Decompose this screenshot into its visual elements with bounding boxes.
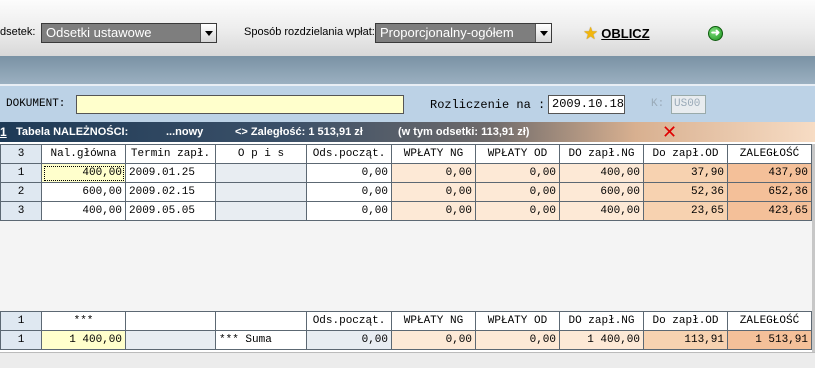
row-number[interactable]: 3 [0, 201, 42, 221]
receivables-table: 3 Nal.główna Termin zapł. O p i s Ods.po… [0, 144, 812, 221]
table-row[interactable]: 1 400,00 2009.01.25 0,00 0,00 0,00 400,0… [0, 163, 812, 183]
termin-cell[interactable]: 2009.05.05 [125, 201, 216, 221]
column-header[interactable] [125, 311, 216, 331]
column-header[interactable]: WPŁATY NG [391, 311, 476, 331]
column-header[interactable]: Do zapł.OD [643, 311, 728, 331]
rozliczenie-label: Rozliczenie na : [430, 98, 546, 112]
do-zapl-ng-cell: 600,00 [559, 182, 644, 202]
table-row[interactable]: 3 400,00 2009.05.05 0,00 0,00 0,00 400,0… [0, 201, 812, 221]
odsetek-label: dsetek: [0, 26, 36, 38]
column-header[interactable]: 3 [0, 144, 42, 164]
column-header[interactable]: Nal.główna [41, 144, 126, 164]
table-empty-area [0, 221, 815, 311]
zaleglosc-cell: 437,90 [727, 163, 812, 183]
table-row[interactable]: 2 600,00 2009.02.15 0,00 0,00 0,00 600,0… [0, 182, 812, 202]
horizontal-scrollbar[interactable] [0, 352, 815, 368]
summary-row[interactable]: 1 1 400,00 *** Suma 0,00 0,00 0,00 1 400… [0, 330, 812, 350]
column-header[interactable]: DO zapł.NG [559, 144, 644, 164]
column-header[interactable]: ZALEGŁOŚĆ [727, 144, 812, 164]
k-input[interactable]: US00 [671, 95, 706, 114]
section-title: Tabela NALEŻNOŚCI: [16, 126, 129, 138]
chevron-down-icon[interactable] [535, 24, 551, 42]
oblicz-button[interactable]: ★ OBLICZ [583, 23, 650, 43]
k-label: K: [651, 98, 665, 110]
column-header[interactable]: Do zapł.OD [643, 144, 728, 164]
star-icon: ★ [583, 23, 599, 43]
section-number[interactable]: 1 [0, 122, 7, 142]
ods-poczat-cell[interactable]: 0,00 [306, 163, 392, 183]
toolbar: dsetek: Odsetki ustawowe Sposób rozdziel… [0, 0, 815, 56]
column-header[interactable]: DO zapł.NG [559, 311, 644, 331]
zaleglosc-cell: 652,36 [727, 182, 812, 202]
chevron-down-icon[interactable] [200, 24, 216, 42]
sum-do-zapl-ng-cell: 1 400,00 [559, 330, 644, 350]
opis-cell[interactable] [215, 201, 307, 221]
oblicz-label: OBLICZ [601, 25, 650, 41]
arrow-right-circle-icon[interactable]: ➜ [708, 26, 723, 41]
wplaty-ng-cell[interactable]: 0,00 [391, 182, 476, 202]
do-zapl-od-cell: 52,36 [643, 182, 728, 202]
sposob-select[interactable]: Proporcjonalny-ogółem [375, 23, 552, 43]
column-header[interactable]: WPŁATY OD [475, 311, 560, 331]
opis-cell[interactable] [215, 182, 307, 202]
sum-wplaty-ng-cell: 0,00 [391, 330, 476, 350]
wplaty-od-cell[interactable]: 0,00 [475, 201, 560, 221]
do-zapl-od-cell: 37,90 [643, 163, 728, 183]
column-header[interactable]: Ods.począt. [306, 144, 392, 164]
row-number[interactable]: 1 [0, 163, 42, 183]
odsetki-summary: (w tym odsetki: 113,91 zł) [398, 126, 530, 138]
odsetek-select[interactable]: Odsetki ustawowe [41, 23, 217, 43]
rozliczenie-date-input[interactable]: 2009.10.18 [548, 95, 625, 114]
sum-ods-poczat-cell: 0,00 [306, 330, 392, 350]
document-label: DOKUMENT: [6, 98, 66, 110]
sposob-label: Sposób rozdzielania wpłat: [244, 26, 375, 38]
wplaty-ng-cell[interactable]: 0,00 [391, 163, 476, 183]
sposob-select-value: Proporcjonalny-ogółem [380, 25, 514, 40]
sum-label-cell: *** Suma [215, 330, 307, 350]
document-input[interactable] [76, 95, 404, 114]
zaleglosc-cell: 423,65 [727, 201, 812, 221]
column-header[interactable]: O p i s [215, 144, 307, 164]
column-header[interactable]: *** [41, 311, 126, 331]
wplaty-ng-cell[interactable]: 0,00 [391, 201, 476, 221]
wplaty-od-cell[interactable]: 0,00 [475, 163, 560, 183]
do-zapl-ng-cell: 400,00 [559, 163, 644, 183]
column-header[interactable]: Termin zapł. [125, 144, 216, 164]
section-header: 1 Tabela NALEŻNOŚCI: ...nowy <> Zaległoś… [0, 122, 815, 142]
ods-poczat-cell[interactable]: 0,00 [306, 182, 392, 202]
wplaty-od-cell[interactable]: 0,00 [475, 182, 560, 202]
toolbar-band [0, 56, 815, 84]
termin-cell[interactable]: 2009.02.15 [125, 182, 216, 202]
ods-poczat-cell[interactable]: 0,00 [306, 201, 392, 221]
nal-glowna-cell[interactable]: 400,00 [41, 163, 126, 183]
sum-termin-cell [125, 330, 216, 350]
nal-glowna-cell[interactable]: 400,00 [41, 201, 126, 221]
close-icon[interactable]: ✕ [662, 122, 677, 142]
row-number[interactable]: 2 [0, 182, 42, 202]
row-number[interactable]: 1 [0, 330, 42, 350]
column-header[interactable]: 1 [0, 311, 42, 331]
new-link[interactable]: ...nowy [166, 122, 203, 142]
sum-wplaty-od-cell: 0,00 [475, 330, 560, 350]
column-header[interactable]: Ods.począt. [306, 311, 392, 331]
do-zapl-od-cell: 23,65 [643, 201, 728, 221]
column-header[interactable]: WPŁATY NG [391, 144, 476, 164]
sum-zaleglosc-cell: 1 513,91 [727, 330, 812, 350]
odsetek-select-value: Odsetki ustawowe [46, 25, 152, 40]
sum-nal-glowna-cell: 1 400,00 [41, 330, 126, 350]
summary-header-row: 1 *** Ods.począt. WPŁATY NG WPŁATY OD DO… [0, 311, 812, 331]
summary-table: 1 *** Ods.począt. WPŁATY NG WPŁATY OD DO… [0, 311, 812, 350]
document-row: DOKUMENT: Rozliczenie na : 2009.10.18 K:… [0, 84, 815, 122]
column-header[interactable]: WPŁATY OD [475, 144, 560, 164]
termin-cell[interactable]: 2009.01.25 [125, 163, 216, 183]
sum-do-zapl-od-cell: 113,91 [643, 330, 728, 350]
column-header[interactable]: ZALEGŁOŚĆ [727, 311, 812, 331]
zaleglosc-summary: <> Zaległość: 1 513,91 zł [235, 126, 363, 138]
table-header-row: 3 Nal.główna Termin zapł. O p i s Ods.po… [0, 144, 812, 164]
column-header[interactable] [215, 311, 307, 331]
do-zapl-ng-cell: 400,00 [559, 201, 644, 221]
nal-glowna-cell[interactable]: 600,00 [41, 182, 126, 202]
opis-cell[interactable] [215, 163, 307, 183]
